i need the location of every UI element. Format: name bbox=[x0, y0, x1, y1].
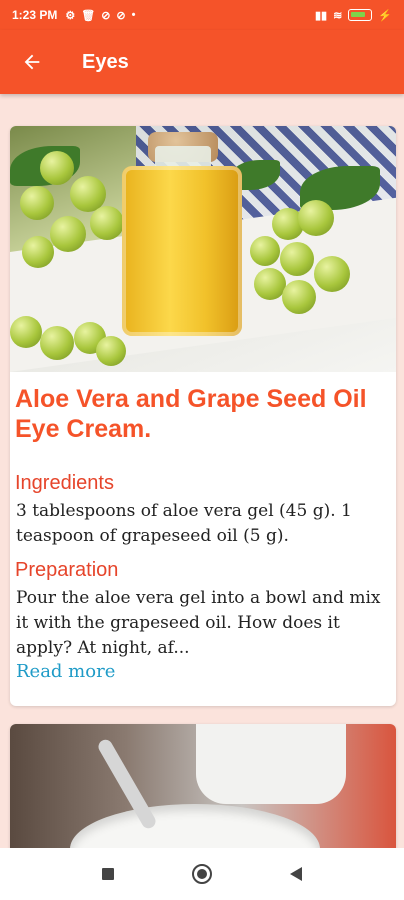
system-nav-bar bbox=[0, 848, 404, 900]
recipe-card[interactable]: Aloe Vera and Grape Seed Oil Eye Cream. … bbox=[10, 126, 396, 706]
back-nav-button[interactable] bbox=[284, 862, 308, 886]
ingredients-label: Ingredients bbox=[15, 472, 114, 494]
recipe-image-2 bbox=[10, 724, 396, 864]
app-bar: Eyes bbox=[0, 30, 404, 94]
home-button[interactable] bbox=[190, 862, 214, 886]
blocked-icon-2: ⊘ bbox=[116, 9, 126, 22]
recipe-image bbox=[10, 126, 396, 372]
back-arrow-icon bbox=[24, 54, 40, 70]
triangle-back-icon bbox=[290, 867, 302, 881]
trash-icon: 🗑 bbox=[81, 9, 96, 22]
square-icon bbox=[102, 868, 114, 880]
battery-icon bbox=[348, 9, 373, 21]
recipe-title: Aloe Vera and Grape Seed Oil Eye Cream. bbox=[15, 385, 367, 443]
page-title: Eyes bbox=[82, 50, 129, 73]
preparation-label: Preparation bbox=[15, 559, 119, 581]
settings-icon: ⚙ bbox=[65, 9, 76, 22]
read-more-link[interactable]: Read more bbox=[10, 661, 396, 682]
recipe-card-2[interactable] bbox=[10, 724, 396, 864]
oil-bottle-image bbox=[122, 166, 242, 336]
ingredients-text: 3 tablespoons of aloe vera gel (45 g). 1… bbox=[16, 501, 352, 546]
circle-icon bbox=[192, 864, 212, 884]
signal-icon: ▮▮ bbox=[314, 9, 328, 22]
dot-icon: • bbox=[131, 9, 136, 21]
back-button[interactable] bbox=[0, 30, 64, 94]
wifi-icon: ≋ bbox=[333, 9, 343, 22]
status-bar: 1:23 PM ⚙ 🗑 ⊘ ⊘ • ▮▮ ≋ ⚡ bbox=[0, 0, 404, 30]
recents-button[interactable] bbox=[96, 862, 120, 886]
preparation-text: Pour the aloe vera gel into a bowl and m… bbox=[16, 588, 381, 658]
status-time: 1:23 PM bbox=[12, 8, 58, 22]
charging-icon: ⚡ bbox=[378, 9, 392, 22]
blocked-icon: ⊘ bbox=[101, 9, 111, 22]
